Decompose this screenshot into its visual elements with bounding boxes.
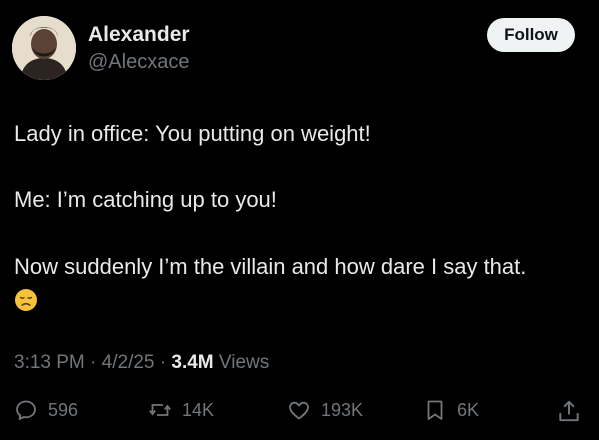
bookmark-count: 6K [457, 399, 480, 420]
reply-count: 596 [48, 399, 79, 420]
views-count[interactable]: 3.4M [171, 352, 213, 373]
views-label: Views [213, 352, 270, 373]
reply-icon [16, 400, 36, 420]
tweet-date[interactable]: 4/2/25 [102, 352, 155, 373]
tweet-meta: 3:13 PM · 4/2/25 · 3.4M Views [14, 352, 269, 374]
heart-icon [289, 401, 309, 420]
repost-count: 14K [182, 399, 215, 420]
meta-separator: · [154, 352, 172, 373]
reply-button[interactable]: 596 [14, 398, 78, 422]
tweet-text-line-1: Lady in office: You putting on weight! [14, 121, 371, 146]
like-count: 193K [321, 399, 364, 420]
tweet-time[interactable]: 3:13 PM [14, 352, 85, 373]
tweet-text-line-2: Me: I’m catching up to you! [14, 187, 277, 212]
avatar[interactable] [12, 16, 76, 80]
repost-button[interactable]: 14K [148, 398, 214, 422]
avatar-photo-icon [12, 16, 76, 80]
bookmark-icon [427, 400, 443, 420]
repost-icon [149, 404, 171, 416]
meta-separator: · [84, 352, 102, 373]
bookmark-button[interactable]: 6K [423, 398, 479, 422]
share-icon[interactable] [556, 398, 582, 424]
like-button[interactable]: 193K [287, 398, 363, 422]
tweet-text-line-3: Now suddenly I’m the villain and how dar… [14, 254, 527, 279]
disappointed-face-icon [15, 289, 37, 311]
user-display-name[interactable]: Alexander [88, 23, 190, 47]
user-handle[interactable]: @Alecxace [88, 51, 189, 74]
follow-button[interactable]: Follow [487, 18, 575, 52]
